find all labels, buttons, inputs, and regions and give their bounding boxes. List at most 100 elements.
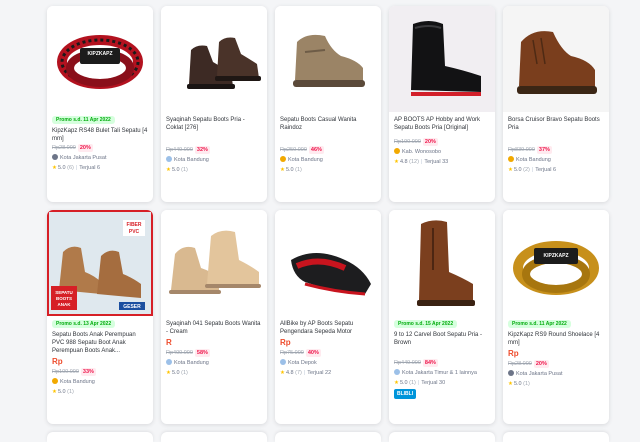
product-name[interactable]: Borsa Cruisor Bravo Sepatu Boots Pria <box>508 116 605 132</box>
product-grid: KIPZKAPZ Promo s.d. 11 Apr 2022 KipzKapz… <box>41 0 609 442</box>
shop-location: Kota Jakarta Pusat <box>52 154 149 162</box>
product-card[interactable]: Promo s.d. 15 Apr 2022 9 to 12 Carvel Bo… <box>389 210 495 424</box>
product-name[interactable]: Syaqinah 041 Sepatu Boots Wanita - Cream <box>166 320 263 336</box>
shop-location: Kota Jakarta Timur & 1 lainnya <box>394 369 491 377</box>
cream-boots-image <box>169 230 261 294</box>
product-name[interactable]: AllBike by AP Boots Sepatu Pengendara Se… <box>280 320 377 336</box>
rating-row: ★4.8 (7) | Terjual 22 <box>280 370 332 376</box>
discount-row: Rp75.000 40% <box>280 349 321 357</box>
product-name[interactable]: KipzKapz RS9 Round Shoelace [4 mm] <box>508 331 605 347</box>
boot-image <box>187 37 261 89</box>
discount-row: Rp28.000 20% <box>52 144 149 152</box>
promo-badge: Promo s.d. 15 Apr 2022 <box>394 320 458 328</box>
star-icon: ★ <box>280 370 285 376</box>
product-price: Rp <box>52 357 63 366</box>
promo-badge: Promo s.d. 11 Apr 2022 <box>508 320 571 328</box>
product-name[interactable]: AP BOOTS AP Hobby and Work Sepatu Boots … <box>394 116 491 132</box>
rating-row: ★5.0 (2) | Terjual 6 <box>508 167 557 173</box>
discount-badge: 20% <box>77 144 93 152</box>
shop-badge-icon <box>52 378 58 384</box>
star-icon: ★ <box>166 370 171 376</box>
shop-badge-icon <box>394 148 400 154</box>
rating-row: ★4.8 (12) | Terjual 33 <box>394 159 449 165</box>
product-image[interactable] <box>389 6 495 112</box>
product-price: Rp <box>508 349 519 358</box>
rating-row: ★5.0 (1) <box>508 381 530 387</box>
shop-badge-icon <box>508 370 514 376</box>
product-image[interactable] <box>503 6 609 112</box>
product-card[interactable]: Borsa Cruisor Bravo Sepatu Boots Pria Rp… <box>503 6 609 202</box>
product-image[interactable] <box>161 6 267 112</box>
product-image[interactable] <box>275 6 381 112</box>
old-price: Rp28.000 <box>52 145 76 151</box>
banner-top-text: FIBER <box>127 222 142 228</box>
product-card[interactable]: Syaqinah 041 Sepatu Boots Wanita - Cream… <box>161 210 267 424</box>
star-icon: ★ <box>52 165 57 171</box>
shop-badge-icon <box>166 156 172 162</box>
rating-row: ★5.0 (1) <box>166 167 188 173</box>
product-image[interactable]: KIPZKAPZ <box>47 6 153 112</box>
rain-boot-image <box>411 21 481 96</box>
star-icon: ★ <box>280 167 285 173</box>
star-icon: ★ <box>166 167 171 173</box>
discount-row: Rp449.000 84% <box>394 359 438 367</box>
product-name[interactable]: KipzKapz RS48 Bulet Tali Sepatu [4 mm] <box>52 127 149 143</box>
product-image[interactable]: FIBER PVC SEPATU BOOTS ANAK GESER <box>47 210 153 316</box>
banner-side-text: GESER <box>123 304 141 310</box>
shop-badge-icon <box>508 156 514 162</box>
product-card-peek[interactable] <box>275 432 381 442</box>
product-name[interactable]: Syaqinah Sepatu Boots Pria - Coklat [276… <box>166 116 263 132</box>
product-card-peek[interactable] <box>503 432 609 442</box>
rating-row: ★5.0 (1) | Terjual 30 <box>394 380 446 386</box>
shop-location: Kota Bandung <box>508 156 605 164</box>
shop-location: Kota Depok <box>280 359 377 367</box>
product-card[interactable]: AP BOOTS AP Hobby and Work Sepatu Boots … <box>389 6 495 202</box>
moto-boot-image <box>291 253 371 296</box>
star-icon: ★ <box>508 167 513 173</box>
product-image[interactable] <box>275 210 381 316</box>
product-card[interactable]: AllBike by AP Boots Sepatu Pengendara Se… <box>275 210 381 424</box>
store-logo: BLIBLI <box>394 389 417 399</box>
shop-badge-icon <box>394 369 400 375</box>
kids-boots-banner: FIBER PVC SEPATU BOOTS ANAK GESER <box>51 220 145 310</box>
product-image[interactable] <box>161 210 267 316</box>
product-card[interactable]: Syaqinah Sepatu Boots Pria - Coklat [276… <box>161 6 267 202</box>
product-price: R <box>166 338 172 347</box>
rating-row: ★5.0 (1) <box>166 370 188 376</box>
shop-location: Kab. Wonosobo <box>394 148 491 156</box>
brand-label: KIPZKAPZ <box>544 253 569 259</box>
boot-image <box>517 31 597 94</box>
shop-badge-icon <box>166 359 172 365</box>
star-icon: ★ <box>394 159 399 165</box>
discount-row: Rp250.000 46% <box>280 146 324 154</box>
product-card-peek[interactable] <box>47 432 153 442</box>
shop-badge-icon <box>52 154 58 160</box>
promo-badge: Promo s.d. 11 Apr 2022 <box>52 116 115 124</box>
product-name[interactable]: Sepatu Boots Casual Wanita Raindoz <box>280 116 377 132</box>
product-card[interactable]: FIBER PVC SEPATU BOOTS ANAK GESER Promo … <box>47 210 153 424</box>
shop-location: Kota Bandung <box>166 156 263 164</box>
rating-row: ★5.0 (6) | Terjual 6 <box>52 165 101 171</box>
product-name[interactable]: 9 to 12 Carvel Boot Sepatu Pria - Brown <box>394 331 491 347</box>
shoelace-image: KIPZKAPZ <box>57 35 143 89</box>
product-image[interactable]: KIPZKAPZ <box>503 210 609 316</box>
brogue-boot-image <box>417 220 475 306</box>
star-icon: ★ <box>508 381 513 387</box>
product-name[interactable]: Sepatu Boots Anak Perempuan PVC 988 Sepa… <box>52 331 149 355</box>
product-card-peek[interactable] <box>389 432 495 442</box>
svg-text:BOOTS: BOOTS <box>56 296 72 301</box>
star-icon: ★ <box>52 389 57 395</box>
discount-row: Rp400.000 58% <box>166 349 210 357</box>
product-image[interactable] <box>389 210 495 316</box>
brand-label: KIPZKAPZ <box>88 51 113 57</box>
rating-row: ★5.0 (1) <box>280 167 302 173</box>
product-card[interactable]: Sepatu Boots Casual Wanita Raindoz Rp250… <box>275 6 381 202</box>
shop-location: Kota Bandung <box>280 156 377 164</box>
product-card[interactable]: KIPZKAPZ Promo s.d. 11 Apr 2022 KipzKapz… <box>47 6 153 202</box>
product-card-peek[interactable] <box>161 432 267 442</box>
svg-text:PVC: PVC <box>129 229 140 235</box>
rating-row: ★5.0 (1) <box>52 389 74 395</box>
product-card[interactable]: KIPZKAPZ Promo s.d. 11 Apr 2022 KipzKapz… <box>503 210 609 424</box>
shop-location: Kota Bandung <box>52 378 149 386</box>
sold-count: Terjual 6 <box>79 165 101 171</box>
